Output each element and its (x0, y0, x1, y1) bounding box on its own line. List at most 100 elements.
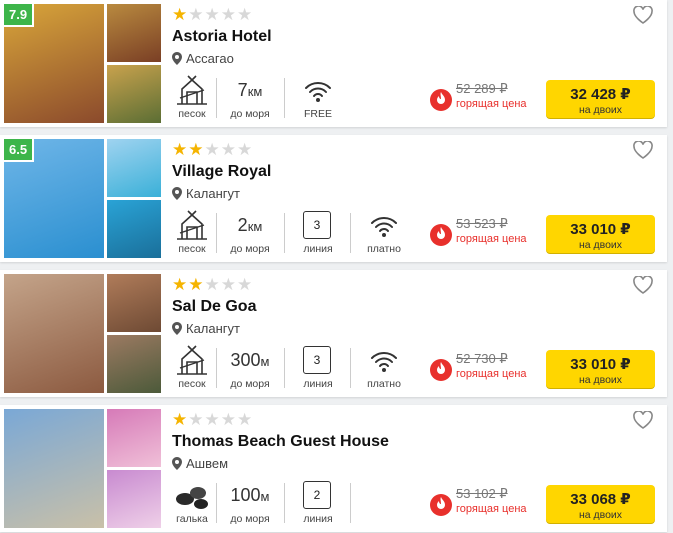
location-pin-icon (172, 52, 186, 68)
line-label: линия (303, 378, 333, 390)
location-text: Ассагао (186, 51, 234, 66)
old-price: 53 523 ₽ (456, 216, 508, 231)
star-icon: ★ (172, 410, 189, 429)
distance-feature: 300м до моря (222, 344, 278, 392)
beach-feature: галька (172, 479, 212, 527)
hotel-name[interactable]: Astoria Hotel (172, 28, 272, 46)
hotel-thumbnail[interactable] (107, 139, 161, 197)
price-button[interactable]: 33 010 ₽ на двоих (546, 350, 655, 388)
hotel-card[interactable]: 6.5 ★★★★★ Village Royal Калангут песок 2… (0, 135, 667, 262)
location-text: Калангут (186, 321, 240, 336)
wifi-label: платно (367, 243, 401, 255)
price-area: 53 102 ₽ горящая цена (430, 485, 545, 521)
sand-beach-icon (177, 75, 207, 105)
hotel-photos[interactable] (4, 274, 161, 393)
distance-value: 7 (237, 80, 248, 100)
fire-icon (430, 224, 452, 246)
line-feature: 3 линия (290, 344, 346, 392)
hotel-location: Ассагао (172, 51, 234, 68)
price-value: 33 010 ₽ (570, 356, 631, 373)
distance-feature: 100м до моря (222, 479, 278, 527)
star-icon: ★ (188, 5, 205, 24)
hotel-location: Калангут (172, 321, 240, 338)
divider (284, 348, 285, 388)
price-button[interactable]: 33 010 ₽ на двоих (546, 215, 655, 253)
star-icon: ★ (204, 140, 221, 159)
beach-feature: песок (172, 209, 212, 257)
hotel-thumbnail[interactable] (107, 274, 161, 332)
location-pin-icon (172, 457, 186, 473)
star-icon: ★ (220, 140, 237, 159)
beach-feature: песок (172, 74, 212, 122)
hotel-location: Ашвем (172, 456, 228, 473)
divider (216, 78, 217, 118)
wifi-icon (371, 217, 397, 237)
price-note: на двоих (578, 509, 623, 521)
wifi-label: FREE (303, 108, 332, 120)
hotel-thumbnail[interactable] (107, 200, 161, 258)
divider (284, 213, 285, 253)
wifi-feature: платно (356, 344, 412, 392)
price-button[interactable]: 33 068 ₽ на двоих (546, 485, 655, 523)
hotel-main-photo[interactable] (4, 274, 104, 393)
hotel-card[interactable]: ★★★★★ Thomas Beach Guest House Ашвем гал… (0, 405, 667, 532)
fire-icon (430, 494, 452, 516)
hotel-name[interactable]: Village Royal (172, 163, 271, 181)
distance-value: 300 (230, 350, 261, 370)
price-button[interactable]: 32 428 ₽ на двоих (546, 80, 655, 118)
favorite-heart-icon[interactable] (633, 275, 653, 294)
hotel-card[interactable]: ★★★★★ Sal De Goa Калангут песок 300м до … (0, 270, 667, 397)
distance-label: до моря (230, 513, 270, 525)
distance-unit: км (247, 219, 263, 234)
sand-beach-icon (177, 345, 207, 375)
hotel-thumbnail[interactable] (107, 335, 161, 393)
price-area: 52 730 ₽ горящая цена (430, 350, 545, 386)
star-icon: ★ (220, 5, 237, 24)
star-icon: ★ (204, 410, 221, 429)
hot-price-label: горящая цена (456, 503, 527, 515)
line-label: линия (303, 243, 333, 255)
hotel-main-photo[interactable] (4, 409, 104, 528)
wifi-icon (305, 82, 331, 102)
hotel-name[interactable]: Thomas Beach Guest House (172, 433, 389, 451)
hot-price-label: горящая цена (456, 233, 527, 245)
hotel-card[interactable]: 7.9 ★★★★★ Astoria Hotel Ассагао песок 7к… (0, 0, 667, 127)
wifi-icon (371, 352, 397, 372)
star-icon: ★ (172, 140, 189, 159)
star-icon: ★ (237, 275, 254, 294)
hotel-photos[interactable]: 7.9 (4, 4, 161, 123)
hot-price-label: горящая цена (456, 368, 527, 380)
star-icon: ★ (220, 275, 237, 294)
star-icon: ★ (237, 5, 254, 24)
location-pin-icon (172, 322, 186, 338)
divider (216, 348, 217, 388)
divider (216, 483, 217, 523)
distance-value: 100 (230, 485, 261, 505)
beach-label: песок (178, 378, 206, 390)
sand-beach-icon (177, 210, 207, 240)
line-feature: 3 линия (290, 209, 346, 257)
distance-label: до моря (230, 108, 270, 120)
hotel-thumbnail[interactable] (107, 470, 161, 528)
hotel-thumbnail[interactable] (107, 65, 161, 123)
line-number: 2 (303, 481, 331, 509)
favorite-heart-icon[interactable] (633, 410, 653, 429)
favorite-heart-icon[interactable] (633, 140, 653, 159)
distance-label: до моря (230, 243, 270, 255)
hotel-photos[interactable]: 6.5 (4, 139, 161, 258)
old-price: 53 102 ₽ (456, 486, 508, 501)
price-note: на двоих (578, 239, 623, 251)
divider (216, 213, 217, 253)
pebble-beach-icon (176, 487, 208, 509)
hotel-thumbnail[interactable] (107, 409, 161, 467)
beach-label: галька (176, 513, 208, 525)
hotel-photos[interactable] (4, 409, 161, 528)
distance-feature: 7км до моря (222, 74, 278, 122)
location-text: Калангут (186, 186, 240, 201)
price-note: на двоих (578, 374, 623, 386)
star-icon: ★ (204, 5, 221, 24)
hotel-thumbnail[interactable] (107, 4, 161, 62)
favorite-heart-icon[interactable] (633, 5, 653, 24)
distance-label: до моря (230, 378, 270, 390)
hotel-name[interactable]: Sal De Goa (172, 298, 256, 316)
